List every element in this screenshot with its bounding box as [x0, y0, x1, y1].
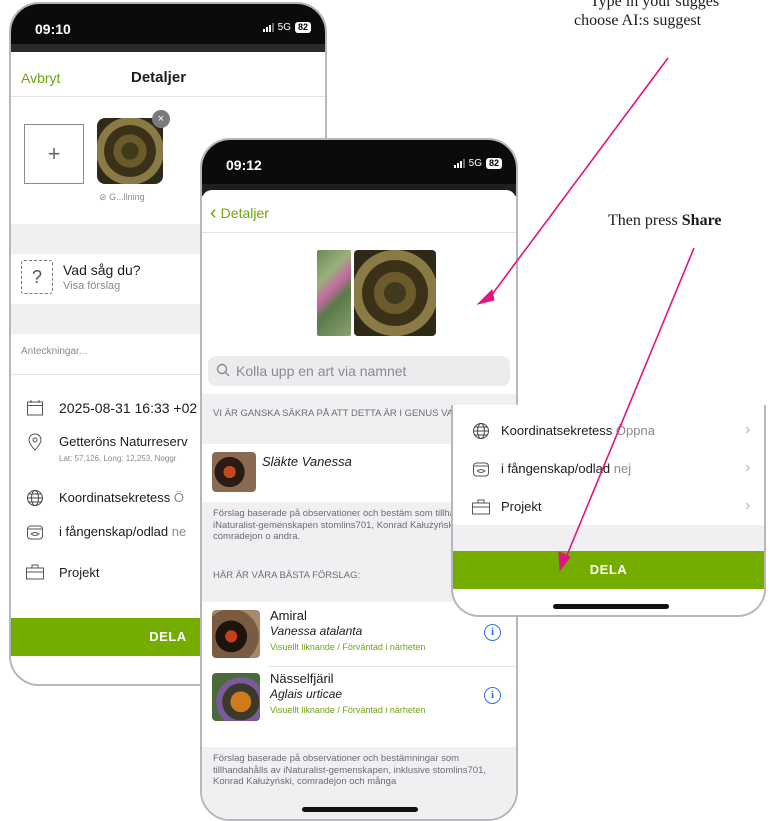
- instruction-line-2: choose AI:s suggest: [574, 12, 702, 29]
- sheet-gap: [11, 44, 325, 52]
- info-icon[interactable]: i: [484, 624, 501, 641]
- instruction-line-1: Type in your sugges: [590, 0, 720, 10]
- cancel-button[interactable]: Avbryt: [21, 70, 60, 86]
- search-icon: [216, 363, 230, 380]
- projects-label: Projekt: [501, 499, 542, 514]
- header-divider: [202, 232, 516, 233]
- network-label: 5G: [277, 22, 291, 33]
- coordinate-privacy-value: Öppna: [615, 423, 655, 438]
- photo-thumbnail-sunflower[interactable]: [354, 250, 436, 336]
- captive-row[interactable]: i fångenskap/odlad nej ›: [453, 453, 764, 487]
- suggestion-common-name: Amiral: [270, 608, 307, 623]
- chevron-right-icon: ›: [745, 459, 751, 476]
- status-bar: 09:10 5G 82: [11, 4, 325, 44]
- share-button[interactable]: DELA: [453, 551, 764, 589]
- network-label: 5G: [468, 158, 482, 169]
- photo-thumbnail-plant[interactable]: [317, 250, 351, 336]
- captive-label: i fångenskap/odlad: [501, 461, 611, 476]
- globe-icon: [471, 421, 491, 441]
- observation-photo[interactable]: [97, 118, 163, 184]
- unknown-species-icon: ?: [21, 260, 53, 294]
- coordinate-privacy-label: Koordinatsekretess: [59, 490, 171, 505]
- instruction-share-bold: Share: [681, 212, 722, 229]
- location-coordinates: Lat: 57,126, Long: 12,253, Noggr: [59, 454, 177, 463]
- chevron-right-icon: ›: [745, 421, 751, 438]
- show-suggestions-link[interactable]: Visa förslag: [63, 280, 120, 292]
- coordinate-privacy-label: Koordinatsekretess: [501, 423, 613, 438]
- location-field[interactable]: Getteröns Naturreserv: [59, 434, 188, 449]
- back-label: Detaljer: [220, 205, 269, 221]
- suggestion-thumbnail: [212, 673, 260, 721]
- status-signal: 5G 82: [262, 22, 311, 33]
- captive-value: ne: [171, 524, 187, 539]
- battery-icon: 82: [485, 158, 502, 169]
- instruction-share: Then press Share: [608, 212, 721, 230]
- signal-icon: [453, 159, 465, 168]
- species-search-input[interactable]: Kolla upp en art via namnet: [208, 356, 510, 386]
- genus-thumbnail: [212, 452, 256, 492]
- header-divider: [11, 96, 325, 97]
- suggestion-thumbnail: [212, 610, 260, 658]
- chevron-right-icon: ›: [745, 497, 751, 514]
- suggestion-tag: Visuellt liknande / Förväntad i närheten: [270, 705, 426, 715]
- coordinate-privacy-row[interactable]: Koordinatsekretess Ö: [59, 490, 184, 505]
- photo-status: ⊘ G...llning: [99, 192, 145, 203]
- signal-icon: [262, 23, 274, 32]
- suggestion-row[interactable]: Nässelfjäril Aglais urticae Visuellt lik…: [202, 667, 516, 727]
- status-time: 09:12: [226, 157, 262, 173]
- search-placeholder: Kolla upp en art via namnet: [236, 363, 407, 379]
- briefcase-icon: [25, 562, 45, 582]
- home-indicator: [302, 807, 418, 812]
- what-did-you-see[interactable]: Vad såg du?: [63, 262, 141, 278]
- captive-label: i fångenskap/odlad: [59, 524, 169, 539]
- projects-row[interactable]: Projekt: [59, 565, 99, 580]
- status-time: 09:10: [35, 21, 71, 37]
- phone-share-crop: Koordinatsekretess Öppna › i fångenskap/…: [451, 405, 766, 617]
- instruction-share-prefix: Then press: [608, 212, 682, 229]
- captive-text: i fångenskap/odlad nej: [501, 461, 631, 476]
- briefcase-icon: [471, 497, 491, 517]
- captive-value: nej: [613, 461, 632, 476]
- globe-icon: [25, 488, 45, 508]
- date-time-field[interactable]: 2025-08-31 16:33 +02: [59, 400, 197, 416]
- credits-text-2: Förslag baserade på observationer och be…: [213, 753, 486, 787]
- suggestion-scientific-name: Aglais urticae: [270, 687, 343, 701]
- captive-icon: [471, 459, 491, 479]
- notes-input[interactable]: Anteckningar...: [21, 346, 87, 357]
- coordinate-privacy-text: Koordinatsekretess Öppna: [501, 423, 655, 438]
- status-signal: 5G 82: [453, 158, 502, 169]
- section-gap: [453, 525, 764, 551]
- projects-row[interactable]: Projekt ›: [453, 491, 764, 525]
- page-title: Detaljer: [131, 69, 187, 86]
- photo-status-text: G...llning: [109, 192, 145, 202]
- captive-row[interactable]: i fångenskap/odlad ne: [59, 524, 186, 539]
- suggestion-scientific-name: Vanessa atalanta: [270, 624, 363, 638]
- remove-photo-icon[interactable]: ×: [152, 110, 170, 128]
- calendar-icon: [25, 398, 45, 418]
- coordinate-privacy-value: Ö: [173, 490, 185, 505]
- add-photo-button[interactable]: +: [24, 124, 84, 184]
- chevron-left-icon: ‹: [210, 202, 217, 224]
- suggestion-tag: Visuellt liknande / Förväntad i närheten: [270, 642, 426, 652]
- genus-name: Släkte Vanessa: [262, 454, 352, 469]
- location-pin-icon: [25, 432, 45, 452]
- check-circle-icon: ⊘: [99, 192, 107, 202]
- status-bar: 09:12 5G 82: [202, 140, 516, 184]
- back-button[interactable]: ‹ Detaljer: [210, 202, 269, 224]
- info-icon[interactable]: i: [484, 687, 501, 704]
- coordinate-privacy-row[interactable]: Koordinatsekretess Öppna ›: [453, 415, 764, 449]
- home-indicator: [553, 604, 669, 609]
- suggestion-common-name: Nässelfjäril: [270, 671, 334, 686]
- battery-icon: 82: [294, 22, 311, 33]
- captive-icon: [25, 522, 45, 542]
